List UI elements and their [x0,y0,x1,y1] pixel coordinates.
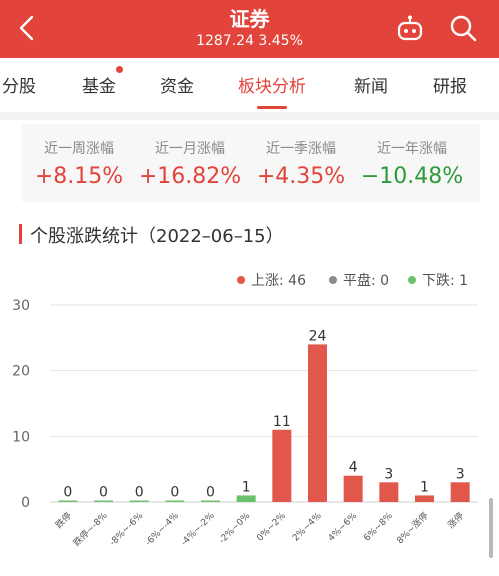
legend-label: 上涨: 46 [251,273,306,289]
x-tick-label: 跌停~-8% [71,509,110,548]
legend-label: 下跌: 1 [422,273,469,289]
bar-value-label: 0 [135,485,144,501]
y-tick-label: 30 [12,298,30,314]
x-tick-label: 涨停 [445,510,466,531]
legend-label: 平盘: 0 [343,273,390,289]
bar [415,495,434,502]
x-tick-label: 跌停 [53,510,74,531]
x-tick-label: 8%~涨停 [394,510,431,547]
x-tick-label: 2%~4% [291,511,324,544]
section-divider [0,112,499,120]
bar-value-label: 3 [384,466,393,482]
section-marker [19,224,22,244]
x-tick-label: 6%~8% [362,511,395,544]
legend-flat[interactable]: 平盘: 0 [329,270,389,290]
bar [379,482,399,502]
x-tick-label: -6%~-4% [144,511,182,549]
y-tick-label: 10 [12,429,30,445]
legend-down[interactable]: 下跌: 1 [408,270,468,290]
legend-dot [408,276,416,284]
x-tick-label: 0%~2% [255,511,288,544]
bar-value-label: 0 [206,485,215,501]
bar [308,344,327,502]
bar-value-label: 4 [349,460,358,476]
bar-value-label: 1 [420,479,429,495]
tab-capital[interactable]: 资金 [160,72,194,97]
robot-button[interactable] [394,13,426,45]
stat-value: +16.82% [138,164,242,189]
x-tick-label: -4%~-2% [179,511,217,549]
tab-funds[interactable]: 基金 [82,72,116,97]
search-icon [450,15,477,42]
scrollbar[interactable] [489,498,493,558]
search-button[interactable] [446,11,480,45]
bar-value-label: 0 [63,485,72,501]
tab-news[interactable]: 新闻 [354,72,388,97]
bar-value-label: 0 [99,485,108,501]
robot-icon [397,15,423,41]
y-tick-label: 0 [21,495,30,511]
section-title: 个股涨跌统计（2022–06–15） [30,226,284,247]
bar [94,500,113,502]
x-tick-label: 4%~6% [327,511,360,544]
stat-label: 近一季涨幅 [266,141,336,157]
top-bar: 证券 1287.24 3.45% [0,0,499,58]
bar [129,500,149,502]
bar [236,495,256,502]
bar [58,500,78,502]
legend-dot [329,276,337,284]
bar-value-label: 0 [170,485,179,501]
distribution-bar-chart: 01020300跌停0跌停~-8%0-8%~-6%0-6%~-4%0-4%~-2… [12,298,478,549]
bar-value-label: 1 [242,479,251,495]
bar [201,500,220,502]
tab-sector-analysis[interactable]: 板块分析 [238,72,306,97]
x-tick-label: -2%~0% [217,511,252,546]
tab-stocks[interactable]: 分股 [2,72,36,97]
notification-dot [116,66,123,73]
bar [343,475,363,502]
stat-value: +4.35% [256,164,346,189]
x-tick-label: -8%~-6% [108,511,146,549]
bar-value-label: 24 [309,328,327,344]
y-tick-label: 20 [12,364,30,380]
bar [165,500,185,502]
bar-value-label: 3 [456,466,465,482]
bar-value-label: 11 [273,414,291,430]
stat-value: −10.48% [360,164,464,189]
stat-label: 近一周涨幅 [44,141,114,157]
active-tab-indicator [257,106,287,109]
stat-label: 近一月涨幅 [155,141,225,157]
bar [272,429,292,502]
bar [450,482,470,502]
performance-summary: 近一周涨幅 +8.15% 近一月涨幅 +16.82% 近一季涨幅 +4.35% … [22,124,480,202]
legend-up[interactable]: 上涨: 46 [237,270,306,290]
tab-reports[interactable]: 研报 [433,72,467,97]
tab-bar: 分股 基金 资金 板块分析 新闻 研报 [0,58,499,112]
stat-label: 近一年涨幅 [377,141,447,157]
stat-value: +8.15% [34,164,124,189]
legend-dot [237,276,245,284]
